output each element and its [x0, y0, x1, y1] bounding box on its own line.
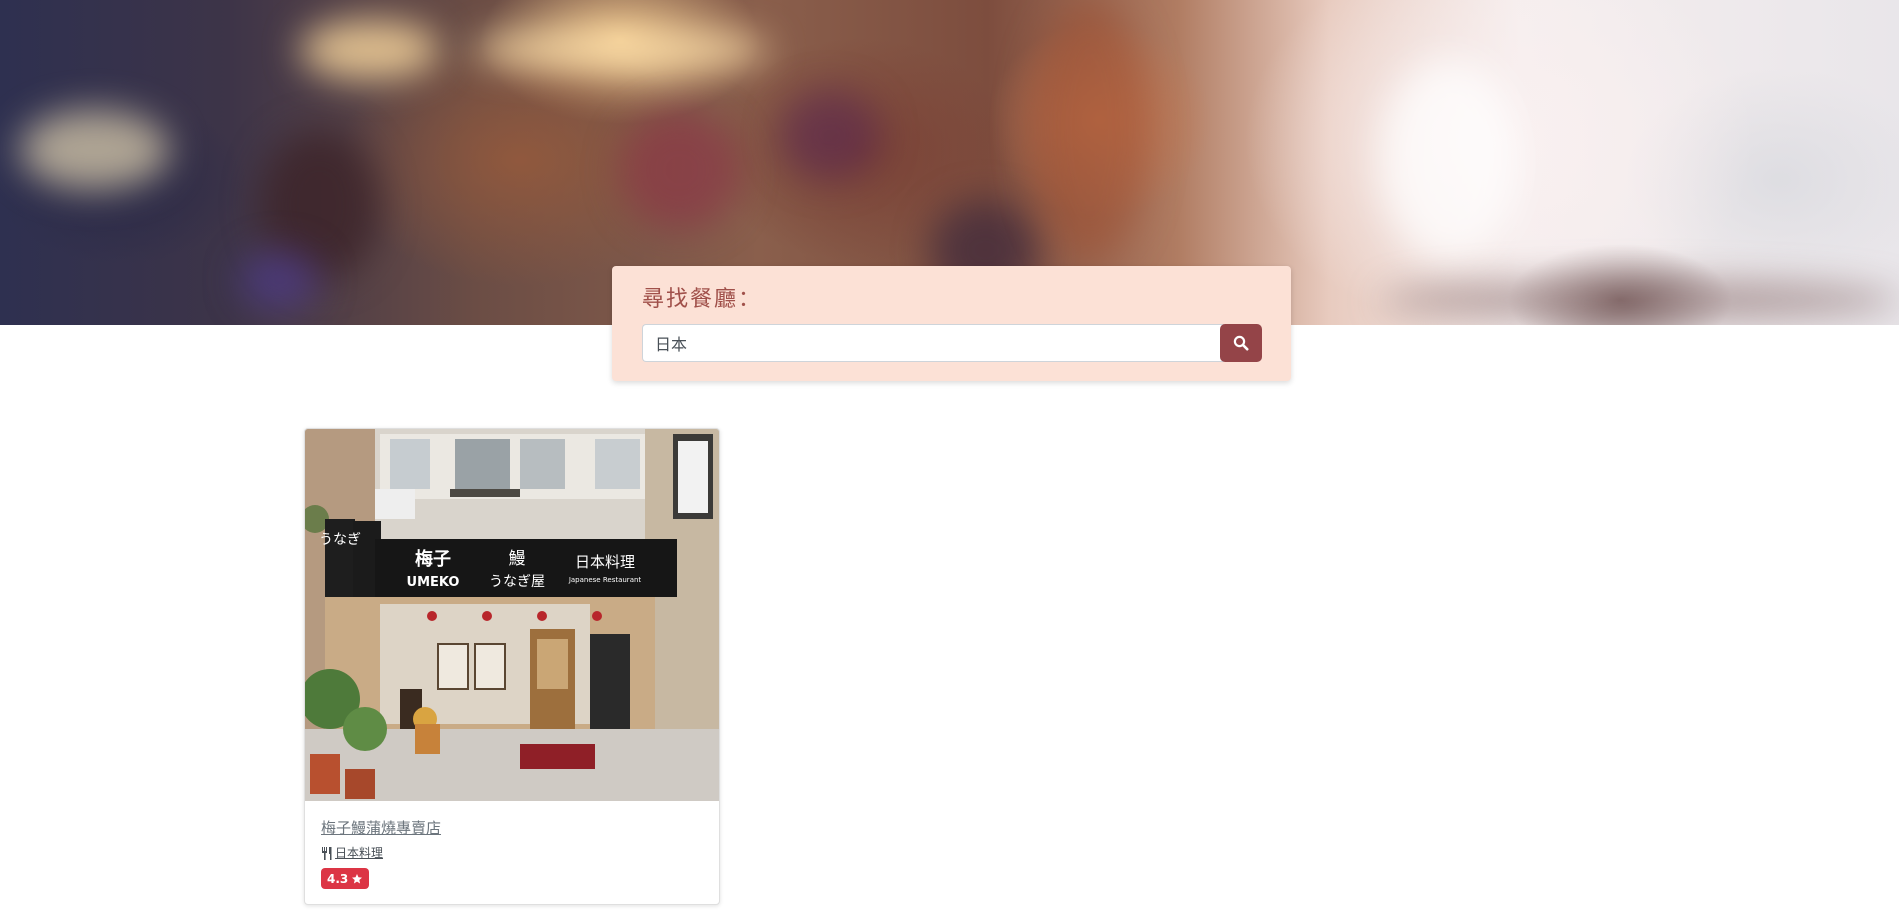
utensils-icon	[322, 846, 332, 860]
sign-right-bottom: Japanese Restaurant	[568, 576, 642, 584]
rating-value: 4.3	[327, 871, 349, 886]
side-banner-text: うなぎ	[319, 532, 361, 548]
restaurant-category-label: 日本料理	[335, 846, 384, 860]
sign-middle-top: 鰻	[509, 549, 526, 569]
search-panel: 尋找餐廳：	[612, 266, 1291, 381]
restaurant-name-link[interactable]: 梅子鰻蒲燒專賣店	[321, 817, 703, 839]
star-icon	[352, 873, 363, 883]
sign-right-top: 日本料理	[575, 553, 635, 571]
restaurant-photo-illustration: うなぎ 梅子 UMEKO 鰻 うなぎ屋 日本料理 Japanese Restau…	[305, 429, 719, 801]
restaurant-photo[interactable]: うなぎ 梅子 UMEKO 鰻 うなぎ屋 日本料理 Japanese Restau…	[305, 429, 719, 801]
card-body: 梅子鰻蒲燒專賣店 日本料理 4.3	[305, 801, 719, 901]
search-label: 尋找餐廳：	[642, 287, 763, 312]
restaurant-category[interactable]: 日本料理	[321, 842, 703, 864]
sign-middle-bottom: うなぎ屋	[489, 574, 545, 590]
rating-badge: 4.3	[321, 868, 370, 889]
search-icon	[1233, 335, 1249, 351]
restaurant-card[interactable]: うなぎ 梅子 UMEKO 鰻 うなぎ屋 日本料理 Japanese Restau…	[304, 428, 720, 905]
search-input[interactable]	[642, 324, 1224, 362]
search-button[interactable]	[1220, 324, 1262, 362]
sign-left-en: UMEKO	[407, 575, 460, 590]
search-row	[642, 324, 1262, 362]
sign-left-cn: 梅子	[415, 548, 451, 570]
